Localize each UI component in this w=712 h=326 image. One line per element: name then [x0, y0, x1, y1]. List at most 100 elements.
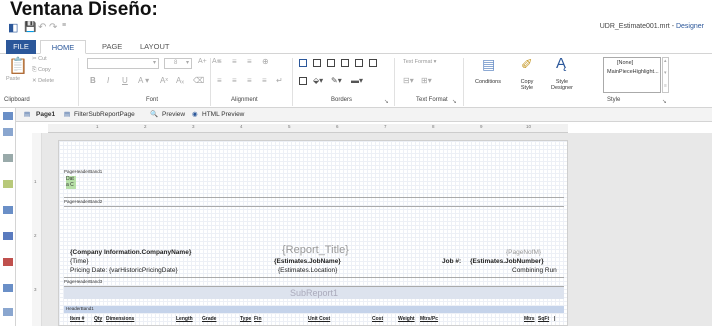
format-options-icon[interactable]: ⊞▾	[421, 76, 432, 85]
toolbox-text-icon[interactable]	[3, 206, 13, 214]
column-header[interactable]: Unit Cost	[308, 316, 330, 322]
toolbox-band-icon[interactable]	[3, 112, 13, 120]
column-header[interactable]: Type	[240, 316, 251, 322]
border-bottom-icon[interactable]	[369, 59, 377, 67]
quick-access-dropdown-icon[interactable]: ≡	[62, 22, 66, 29]
job-number-field[interactable]: {Estimates.JobNumber}	[470, 258, 544, 265]
pricing-date-field[interactable]: Pricing Date: {varHistoricPricingDate}	[70, 267, 178, 274]
style-list-scrollbar[interactable]: ▴ ▾ ≡	[662, 57, 669, 93]
subreport-component[interactable]: SubReport1	[64, 287, 564, 299]
style-list-item[interactable]: MainPieceHighlight...	[607, 69, 659, 75]
align-left-icon[interactable]: ≡	[217, 76, 222, 85]
italic-icon[interactable]: I	[107, 76, 109, 85]
align-middle-icon[interactable]: ≡	[232, 57, 237, 66]
format-icon[interactable]: ⊟▾	[403, 76, 414, 85]
border-all-icon[interactable]	[299, 59, 307, 67]
toolbox-band-icon[interactable]	[3, 128, 13, 136]
font-color-icon[interactable]: A ▾	[138, 76, 149, 85]
data-component[interactable]: Dat a C	[66, 176, 76, 189]
border-none-icon[interactable]	[313, 59, 321, 67]
copy-style-icon[interactable]: ✐	[521, 56, 533, 73]
tab-page[interactable]: PAGE	[96, 40, 128, 54]
cut-button[interactable]: ✂ Cut	[32, 56, 47, 62]
company-name-field[interactable]: {Company Information.CompanyName}	[70, 249, 191, 256]
borders-dialog-launcher-icon[interactable]: ↘	[384, 99, 389, 105]
tab-html-preview[interactable]: HTML Preview	[202, 110, 244, 120]
text-format-dialog-launcher-icon[interactable]: ↘	[452, 99, 457, 105]
paste-icon[interactable]: 📋	[8, 56, 28, 76]
report-title-field[interactable]: {Report_Title}	[282, 244, 349, 256]
toolbox-image-icon[interactable]	[3, 258, 13, 266]
column-header[interactable]: Dimensions	[106, 316, 134, 322]
band-title[interactable]: PageHeaderBand3	[64, 279, 102, 284]
border-top-icon[interactable]	[355, 59, 363, 67]
toolbox-chart-icon[interactable]	[3, 180, 13, 188]
column-header[interactable]: Mtrs	[524, 316, 535, 322]
tab-home[interactable]: HOME	[40, 40, 86, 54]
redo-icon[interactable]: ↷	[49, 22, 57, 33]
tab-file[interactable]: FILE	[6, 40, 36, 54]
style-designer-icon[interactable]: Ą	[556, 55, 566, 72]
page-n-of-m-field[interactable]: {PageNofM}	[506, 249, 541, 256]
column-header[interactable]: Item #	[70, 316, 84, 322]
column-header[interactable]: Length	[176, 316, 193, 322]
border-color-icon[interactable]: ✎▾	[331, 76, 342, 85]
style-designer-button[interactable]: Style Designer	[547, 79, 577, 91]
band-title[interactable]: PageHeaderBand1	[64, 169, 102, 174]
combining-run-field[interactable]: Combining Run	[512, 267, 557, 274]
grow-font-icon[interactable]: A+	[198, 58, 207, 65]
copy-button[interactable]: ⎘ Copy	[32, 67, 51, 74]
toolbox-panel-icon[interactable]	[3, 232, 13, 240]
copy-style-button[interactable]: Copy Style	[515, 79, 539, 91]
style-dialog-launcher-icon[interactable]: ↘	[662, 99, 667, 105]
border-style-icon[interactable]: ▬▾	[351, 76, 363, 85]
style-list[interactable]: [None] MainPieceHighlight...	[603, 57, 661, 93]
header-band-1[interactable]: HeaderBand1	[64, 306, 564, 313]
border-left-icon[interactable]	[327, 59, 335, 67]
tab-layout[interactable]: LAYOUT	[134, 40, 175, 54]
paste-button[interactable]: Paste	[6, 76, 20, 82]
toolbox-shape-icon[interactable]	[3, 308, 13, 316]
column-header[interactable]: Weight	[398, 316, 415, 322]
delete-button[interactable]: ✕ Delete	[32, 78, 54, 84]
job-name-field[interactable]: {Estimates.JobName}	[274, 258, 341, 265]
text-format-combo[interactable]: Text Format ▾	[403, 59, 436, 65]
font-size-combo[interactable]: 8 ▾	[164, 58, 192, 69]
fill-color-icon[interactable]: ⬙▾	[313, 76, 323, 85]
style-list-item[interactable]: [None]	[617, 60, 633, 66]
clear-format-icon[interactable]: ⌫	[193, 76, 204, 85]
border-right-icon[interactable]	[341, 59, 349, 67]
bold-icon[interactable]: B	[90, 76, 96, 85]
location-field[interactable]: {Estimates.Location}	[278, 267, 337, 274]
column-header[interactable]: SqFt	[538, 316, 549, 322]
superscript-icon[interactable]: Aˣ	[160, 76, 168, 85]
column-header[interactable]: Fin	[254, 316, 262, 322]
tab-preview[interactable]: Preview	[162, 110, 185, 120]
time-field[interactable]: {Time}	[70, 258, 89, 265]
word-wrap-icon[interactable]: ↵	[276, 76, 283, 85]
border-box-icon[interactable]	[299, 77, 307, 85]
undo-icon[interactable]: ↶	[38, 22, 46, 33]
column-header[interactable]: Grade	[202, 316, 216, 322]
column-header[interactable]: Mtrs/Pc	[420, 316, 438, 322]
toolbox-table-icon[interactable]	[3, 284, 13, 292]
conditions-icon[interactable]: ▤	[482, 56, 495, 73]
band-title[interactable]: PageHeaderBand2	[64, 199, 102, 204]
rotate-text-icon[interactable]: ⊕	[262, 57, 269, 66]
tab-filter-subreport-page[interactable]: FilterSubReportPage	[74, 110, 135, 120]
align-right-icon[interactable]: ≡	[247, 76, 252, 85]
column-header[interactable]: Qty	[94, 316, 102, 322]
font-family-combo[interactable]: ▾	[87, 58, 159, 69]
column-header[interactable]: |	[554, 316, 555, 322]
save-icon[interactable]: 💾	[24, 22, 36, 33]
align-bottom-icon[interactable]: ≡	[247, 57, 252, 66]
job-number-label[interactable]: Job #:	[442, 258, 461, 265]
align-center-icon[interactable]: ≡	[232, 76, 237, 85]
column-header[interactable]: Cost	[372, 316, 383, 322]
tab-page1[interactable]: Page1	[36, 110, 55, 120]
underline-icon[interactable]: U	[122, 76, 128, 85]
subscript-icon[interactable]: Aₓ	[176, 76, 184, 85]
toolbox-band-icon[interactable]	[3, 154, 13, 162]
justify-icon[interactable]: ≡	[262, 76, 267, 85]
align-top-icon[interactable]: ≡	[217, 57, 222, 66]
